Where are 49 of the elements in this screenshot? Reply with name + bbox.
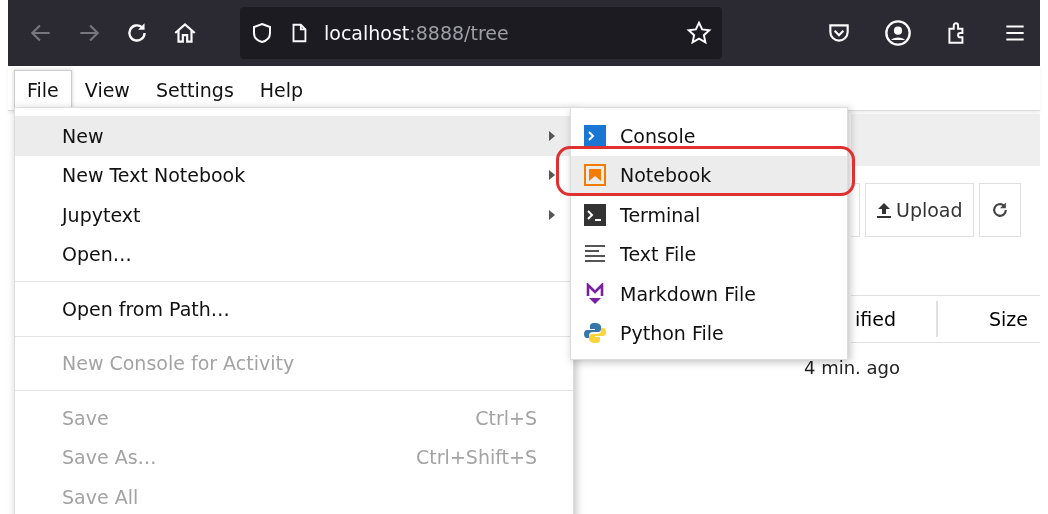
menu-item[interactable]: Text File [571, 234, 847, 274]
menu-item-label: Notebook [620, 164, 712, 187]
menu-tab[interactable]: Settings [142, 70, 247, 110]
star-icon[interactable] [686, 20, 712, 46]
menu-item-label: Save As… [62, 446, 157, 469]
menu-item[interactable]: Console [571, 116, 847, 156]
menu-item[interactable]: New [15, 116, 573, 156]
menu-item-label: Save All [62, 485, 139, 508]
address-bar[interactable]: localhost:8888/tree [240, 7, 722, 59]
menu-item[interactable]: Jupytext [15, 195, 573, 235]
menu-item-label: New Console for Activity [62, 352, 295, 375]
url-text: localhost:8888/tree [324, 22, 510, 44]
menu-item-label: New Text Notebook [62, 164, 246, 187]
menu-item-label: Text File [620, 243, 697, 266]
menu-item[interactable]: Open… [15, 234, 573, 274]
menu-item[interactable]: Markdown File [571, 274, 847, 314]
menu-item[interactable]: New Text Notebook [15, 155, 573, 195]
upload-button[interactable]: Upload [865, 183, 974, 237]
shortcut-text: Ctrl+Shift+S [416, 446, 537, 469]
menu-item-label: Jupytext [62, 203, 141, 226]
home-icon[interactable] [172, 20, 198, 46]
notebook-icon [584, 164, 606, 187]
menu-item-label: Console [620, 124, 696, 147]
menu-tab[interactable]: View [71, 70, 143, 110]
shortcut-text: Ctrl+S [475, 406, 537, 429]
menu-item-label: Markdown File [620, 282, 756, 305]
menu-item-label: New [62, 124, 104, 147]
upload-icon [876, 201, 892, 219]
menu-item[interactable]: Notebook [571, 155, 847, 195]
shield-icon[interactable] [250, 21, 274, 45]
column-header[interactable]: Size [989, 308, 1040, 330]
python-icon [584, 322, 606, 345]
console-icon [584, 124, 606, 147]
menu-item[interactable]: Terminal [571, 195, 847, 235]
menu-item-label: Open… [62, 243, 132, 266]
toolbar-button[interactable] [851, 183, 860, 237]
account-icon[interactable] [884, 19, 912, 47]
terminal-icon [584, 203, 606, 226]
menu-item-label: Save [62, 406, 109, 429]
markdown-icon [584, 282, 606, 305]
menu-item-label: Terminal [620, 203, 701, 226]
menu-tab[interactable]: Help [246, 70, 317, 110]
column-header[interactable]: ified [855, 301, 938, 337]
menu-item-label: Open from Path… [62, 297, 230, 320]
menu-item[interactable]: Open from Path… [15, 289, 573, 329]
refresh-button[interactable] [978, 183, 1021, 237]
menu-item-label: Python File [620, 322, 724, 345]
modified-cell: 4 min. ago [804, 357, 901, 378]
menu-item[interactable]: Python File [571, 313, 847, 353]
